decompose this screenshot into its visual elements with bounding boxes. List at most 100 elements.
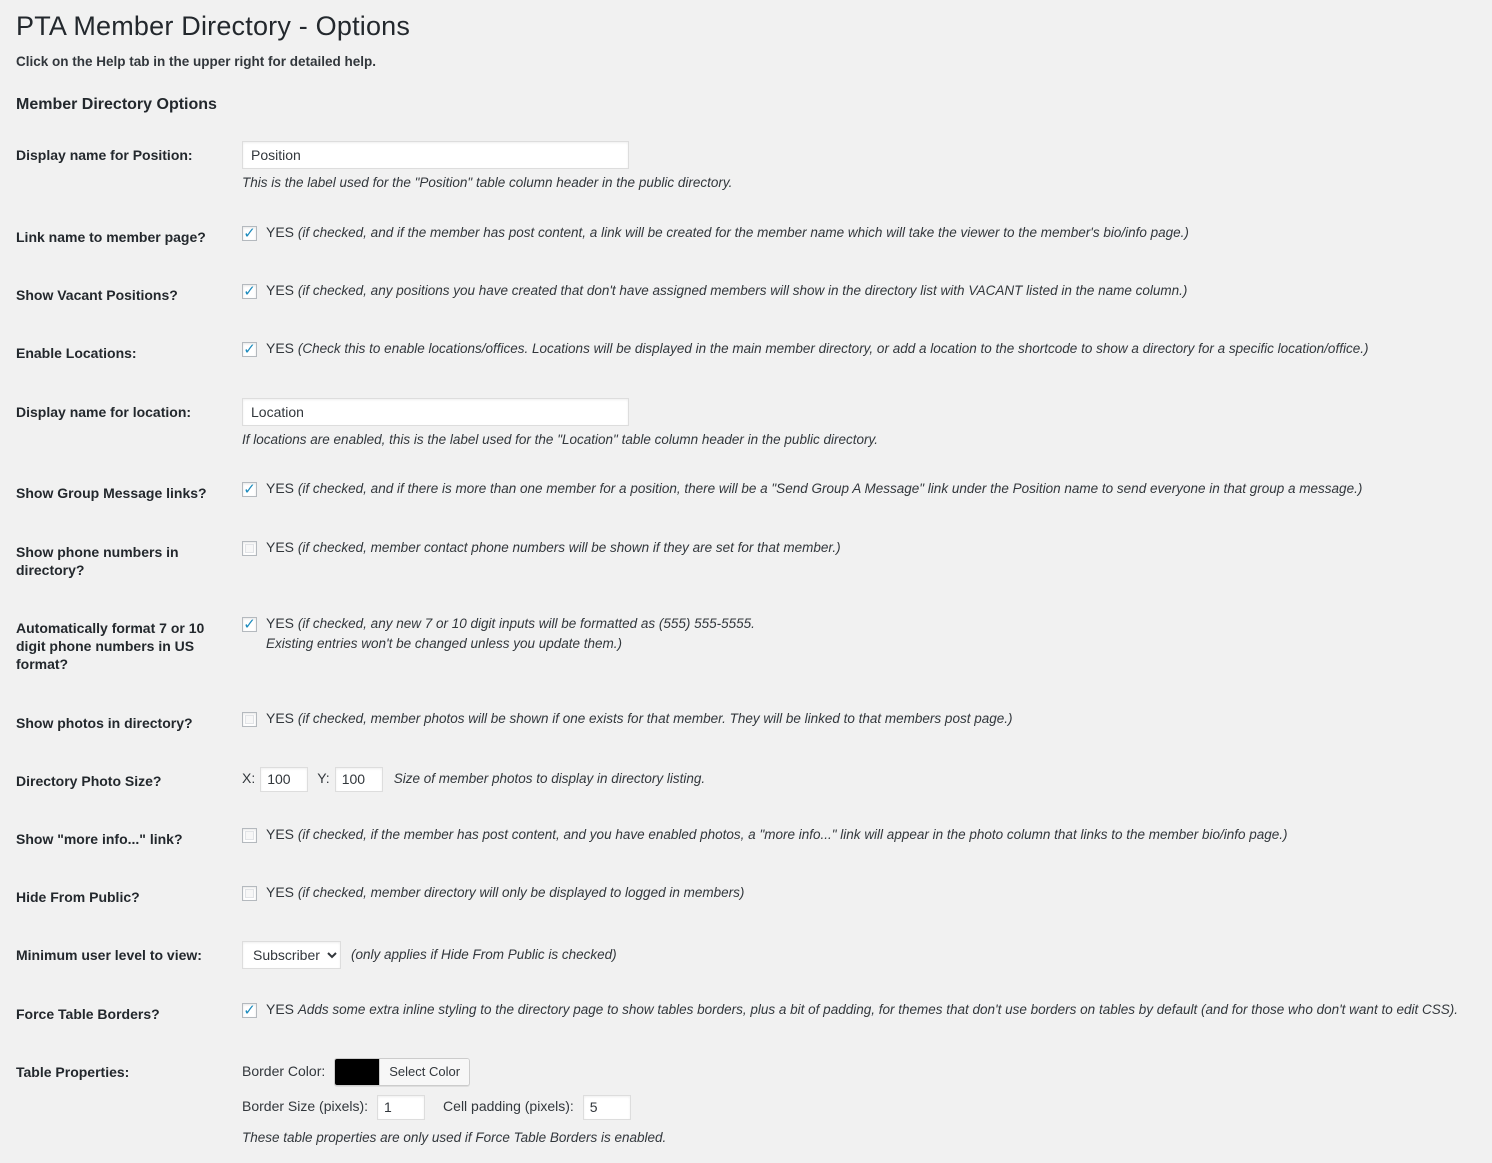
label-enable-locations: Enable Locations: [16, 345, 137, 362]
border-size-label: Border Size (pixels): [242, 1098, 369, 1115]
photo-size-y-input[interactable] [334, 766, 383, 792]
label-position-name: Display name for Position: [16, 147, 193, 164]
field-link-name: YES (if checked, and if the member has p… [242, 208, 1492, 266]
show-phone-checkbox[interactable] [242, 540, 257, 556]
show-phone-description: (if checked, member contact phone number… [297, 539, 841, 555]
border-color-label: Border Color: [242, 1062, 326, 1079]
field-show-phone: YES (if checked, member contact phone nu… [242, 523, 1492, 599]
link-name-description: (if checked, and if the member has post … [297, 224, 1189, 240]
label-group-message: Show Group Message links? [16, 485, 207, 502]
force-borders-text: YES Adds some extra inline styling to th… [266, 1000, 1458, 1020]
row-show-phone: Show phone numbers in directory? YES (if… [16, 523, 1492, 599]
cell-padding-label: Cell padding (pixels): [443, 1098, 574, 1115]
force-borders-description: Adds some extra inline styling to the di… [297, 1001, 1458, 1017]
enable-locations-text: YES (Check this to enable locations/offi… [266, 339, 1368, 359]
group-message-checkbox[interactable] [242, 479, 257, 499]
enable-locations-checkbox[interactable] [242, 339, 257, 359]
field-show-vacant: YES (if checked, any positions you have … [242, 266, 1492, 324]
show-photos-description: (if checked, member photos will be shown… [297, 710, 1013, 726]
field-show-photos: YES (if checked, member photos will be s… [242, 694, 1492, 752]
page-title: PTA Member Directory - Options [16, 11, 411, 41]
border-color-picker[interactable]: Select Color [334, 1057, 471, 1086]
show-vacant-checkbox[interactable] [242, 281, 257, 301]
enable-locations-description: (Check this to enable locations/offices.… [297, 341, 1369, 357]
table-properties-note: These table properties are only used if … [242, 1129, 667, 1145]
field-more-info: YES (if checked, if the member has post … [242, 810, 1492, 868]
photo-size-x-input[interactable] [260, 766, 309, 792]
show-phone-yes-label: YES [266, 538, 295, 555]
row-more-info: Show "more info..." link? YES (if checke… [16, 810, 1492, 868]
field-force-borders: YES Adds some extra inline styling to th… [242, 985, 1492, 1043]
field-group-message: YES (if checked, and if there is more th… [242, 464, 1492, 522]
select-color-button[interactable]: Select Color [380, 1058, 470, 1085]
border-size-line: Border Size (pixels): Cell padding (pixe… [242, 1094, 1482, 1120]
row-force-borders: Force Table Borders? YES Adds some extra… [16, 985, 1492, 1043]
show-phone-text: YES (if checked, member contact phone nu… [266, 538, 841, 558]
row-link-name: Link name to member page? YES (if checke… [16, 208, 1492, 266]
row-hide-public: Hide From Public? YES (if checked, membe… [16, 868, 1492, 926]
row-photo-size: Directory Photo Size? X: Y: Size of memb… [16, 752, 1492, 810]
photo-size-y-label: Y: [317, 770, 330, 787]
field-format-phone: YES (if checked, any new 7 or 10 digit i… [242, 599, 1492, 694]
row-enable-locations: Enable Locations: YES (Check this to ena… [16, 324, 1492, 382]
options-form-table: Display name for Position: This is the l… [16, 126, 1492, 1162]
help-tab-note: Click on the Help tab in the upper right… [16, 54, 377, 70]
row-user-level: Minimum user level to view: Subscriber (… [16, 926, 1492, 984]
row-table-properties: Table Properties: Border Color: Select C… [16, 1043, 1492, 1163]
link-name-yes-label: YES [266, 223, 295, 240]
border-size-input[interactable] [377, 1094, 426, 1120]
section-title: Member Directory Options [16, 96, 217, 114]
enable-locations-yes-label: YES [266, 340, 295, 357]
force-borders-checkbox[interactable] [242, 1000, 257, 1020]
format-phone-checkbox[interactable] [242, 614, 257, 634]
format-phone-description-line1: (if checked, any new 7 or 10 digit input… [297, 616, 755, 631]
user-level-select[interactable]: Subscriber [242, 941, 341, 970]
show-photos-text: YES (if checked, member photos will be s… [266, 709, 1012, 729]
group-message-text: YES (if checked, and if there is more th… [266, 479, 1362, 499]
photo-size-description: Size of member photos to display in dire… [393, 770, 706, 786]
field-hide-public: YES (if checked, member directory will o… [242, 868, 1492, 926]
row-group-message: Show Group Message links? YES (if checke… [16, 464, 1492, 522]
row-show-photos: Show photos in directory? YES (if checke… [16, 694, 1492, 752]
hide-public-checkbox[interactable] [242, 886, 257, 902]
position-name-input[interactable] [242, 141, 629, 170]
format-phone-text: YES (if checked, any new 7 or 10 digit i… [266, 614, 755, 654]
label-format-phone: Automatically format 7 or 10 digit phone… [16, 620, 205, 673]
label-table-properties: Table Properties: [16, 1063, 130, 1080]
show-vacant-description: (if checked, any positions you have crea… [297, 283, 1188, 299]
more-info-description: (if checked, if the member has post cont… [297, 826, 1288, 842]
label-user-level: Minimum user level to view: [16, 947, 202, 964]
label-show-vacant: Show Vacant Positions? [16, 287, 178, 304]
group-message-description: (if checked, and if there is more than o… [297, 481, 1363, 497]
label-more-info: Show "more info..." link? [16, 830, 183, 847]
location-name-description: If locations are enabled, this is the la… [242, 431, 878, 447]
more-info-text: YES (if checked, if the member has post … [266, 825, 1288, 845]
label-link-name: Link name to member page? [16, 228, 206, 245]
show-photos-yes-label: YES [266, 709, 295, 726]
field-photo-size: X: Y: Size of member photos to display i… [242, 752, 1492, 810]
hide-public-yes-label: YES [266, 884, 295, 901]
border-color-swatch[interactable] [335, 1058, 381, 1085]
field-table-properties: Border Color: Select Color Border Size (… [242, 1043, 1492, 1163]
label-location-name: Display name for location: [16, 403, 192, 420]
options-page-wrap: PTA Member Directory - Options Click on … [0, 0, 1492, 1163]
more-info-checkbox[interactable] [242, 827, 257, 843]
row-position-name: Display name for Position: This is the l… [16, 126, 1492, 208]
label-photo-size: Directory Photo Size? [16, 772, 162, 789]
location-name-input[interactable] [242, 397, 629, 426]
row-format-phone: Automatically format 7 or 10 digit phone… [16, 599, 1492, 694]
show-vacant-yes-label: YES [266, 282, 295, 299]
field-position-name: This is the label used for the "Position… [242, 126, 1492, 208]
border-color-line: Border Color: Select Color [242, 1057, 1482, 1086]
link-name-checkbox[interactable] [242, 223, 257, 243]
show-vacant-text: YES (if checked, any positions you have … [266, 281, 1187, 301]
user-level-description: (only applies if Hide From Public is che… [351, 946, 617, 962]
force-borders-yes-label: YES [266, 1000, 295, 1017]
field-user-level: Subscriber (only applies if Hide From Pu… [242, 926, 1492, 984]
show-photos-checkbox[interactable] [242, 711, 257, 727]
cell-padding-input[interactable] [582, 1094, 631, 1120]
label-show-photos: Show photos in directory? [16, 714, 193, 731]
photo-size-x-label: X: [242, 770, 256, 787]
link-name-text: YES (if checked, and if the member has p… [266, 223, 1189, 243]
format-phone-description-line2: Existing entries won't be changed unless… [266, 635, 623, 651]
